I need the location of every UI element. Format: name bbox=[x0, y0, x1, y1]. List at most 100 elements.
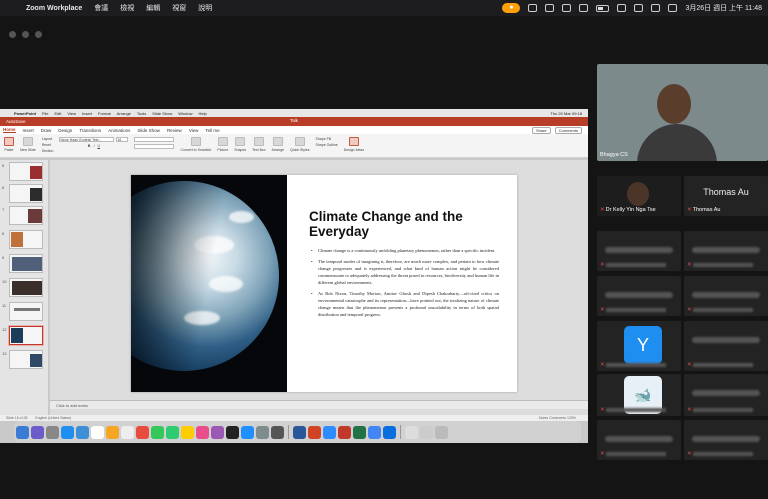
alignment-controls[interactable] bbox=[134, 144, 175, 149]
video-tile[interactable]: ✕ bbox=[684, 231, 768, 271]
current-slide[interactable]: Climate Change and the Everyday Climate … bbox=[131, 175, 517, 392]
siri-app-icon[interactable] bbox=[31, 425, 44, 439]
autosave-label[interactable]: AutoSave bbox=[6, 119, 26, 124]
mic-indicator-icon[interactable]: ● bbox=[502, 3, 521, 13]
reminders-icon[interactable] bbox=[121, 425, 134, 439]
slide-thumbnail[interactable]: 5 bbox=[2, 162, 43, 181]
slide-thumbnail[interactable]: 6 bbox=[2, 184, 43, 203]
ppt-menu-tools[interactable]: Tools bbox=[137, 111, 146, 116]
play-icon[interactable] bbox=[579, 4, 589, 12]
music-icon[interactable] bbox=[196, 425, 209, 439]
notes-app-icon[interactable] bbox=[106, 425, 119, 439]
video-tile[interactable]: ✕ bbox=[684, 374, 768, 416]
record-icon[interactable] bbox=[562, 4, 572, 12]
design-ideas-button[interactable]: Design Ideas bbox=[344, 137, 364, 154]
chrome-icon[interactable] bbox=[368, 425, 381, 439]
font-size-field[interactable]: 16 bbox=[116, 137, 129, 142]
acrobat-icon[interactable] bbox=[338, 425, 351, 439]
shape-fill-button[interactable]: Shape Fill bbox=[316, 137, 332, 141]
tab-review[interactable]: Review bbox=[167, 128, 182, 133]
video-tile[interactable]: ✕ bbox=[684, 276, 768, 316]
word-icon[interactable] bbox=[293, 425, 306, 439]
video-tile[interactable]: Thomas Au ✕Thomas Au bbox=[684, 176, 768, 216]
menu-edit[interactable]: 編輯 bbox=[146, 3, 160, 13]
safari-icon[interactable] bbox=[61, 425, 74, 439]
ppt-menu-edit[interactable]: Edit bbox=[54, 111, 61, 116]
minimize-icon[interactable] bbox=[22, 31, 29, 38]
quick-styles-button[interactable]: Quick Styles bbox=[290, 137, 310, 154]
shape-outline-button[interactable]: Shape Outline bbox=[316, 143, 338, 147]
tab-home[interactable]: Home bbox=[3, 127, 16, 133]
zoom-status-icon[interactable] bbox=[528, 4, 538, 12]
arrange-button[interactable]: Arrange bbox=[272, 137, 284, 154]
shapes-button[interactable]: Shapes bbox=[234, 137, 246, 154]
menubar-clock[interactable]: 3月26日 週日 上午 11:48 bbox=[685, 3, 762, 13]
tv-icon[interactable] bbox=[226, 425, 239, 439]
comments-toggle[interactable]: Comments bbox=[549, 416, 566, 420]
new-slide-button[interactable]: New Slide bbox=[20, 137, 36, 154]
settings-icon[interactable] bbox=[256, 425, 269, 439]
siri-icon[interactable] bbox=[668, 4, 678, 12]
tab-view[interactable]: View bbox=[189, 128, 199, 133]
trash-icon[interactable] bbox=[435, 425, 448, 439]
wifi-icon[interactable] bbox=[617, 4, 627, 12]
language-status[interactable]: English (United States) bbox=[35, 416, 71, 420]
zoom-level[interactable]: 125% bbox=[567, 416, 576, 420]
italic-icon[interactable]: I bbox=[93, 144, 94, 148]
picture-button[interactable]: Picture bbox=[217, 137, 228, 154]
zoom-app-icon[interactable] bbox=[323, 425, 336, 439]
calendar-icon[interactable] bbox=[91, 425, 104, 439]
video-tile[interactable]: ✕ bbox=[684, 420, 768, 460]
tab-draw[interactable]: Draw bbox=[41, 128, 52, 133]
utility-icon[interactable] bbox=[271, 425, 284, 439]
ppt-menu-insert[interactable]: Insert bbox=[82, 111, 92, 116]
video-tile[interactable]: ✕ bbox=[597, 231, 681, 271]
bold-icon[interactable]: B bbox=[88, 144, 91, 148]
control-center-icon[interactable] bbox=[651, 4, 661, 12]
tab-animations[interactable]: Animations bbox=[108, 128, 130, 133]
slide-thumbnail[interactable]: 10 bbox=[2, 278, 43, 297]
slide-thumbnail-pane[interactable]: 5 6 7 8 9 10 11 12 13 bbox=[0, 160, 49, 416]
section-button[interactable]: Section bbox=[42, 149, 54, 153]
ppt-menu-help[interactable]: Help bbox=[199, 111, 207, 116]
comments-button[interactable]: Comments bbox=[554, 127, 582, 134]
notes-toggle[interactable]: Notes bbox=[539, 416, 548, 420]
mail-icon[interactable] bbox=[76, 425, 89, 439]
documents-folder-icon[interactable] bbox=[405, 425, 418, 439]
video-tile[interactable]: 🐋 ✕ bbox=[597, 374, 681, 416]
video-tile[interactable]: ✕ bbox=[597, 276, 681, 316]
app-icon[interactable] bbox=[383, 425, 396, 439]
podcasts-icon[interactable] bbox=[211, 425, 224, 439]
messages-icon[interactable] bbox=[151, 425, 164, 439]
ppt-menu-format[interactable]: Format bbox=[98, 111, 111, 116]
slide-bullets[interactable]: Climate change is a continuously unfoldi… bbox=[311, 247, 499, 322]
ppt-menu-file[interactable]: File bbox=[42, 111, 48, 116]
notes-pane[interactable]: Click to add notes bbox=[50, 400, 588, 409]
menu-view[interactable]: 檢視 bbox=[120, 3, 134, 13]
zoom-icon[interactable] bbox=[35, 31, 42, 38]
facetime-icon[interactable] bbox=[166, 425, 179, 439]
app-name[interactable]: Zoom Workplace bbox=[26, 5, 82, 12]
slide-canvas[interactable]: Climate Change and the Everyday Climate … bbox=[50, 160, 588, 416]
excel-icon[interactable] bbox=[353, 425, 366, 439]
layout-button[interactable]: Layout bbox=[42, 137, 53, 141]
search-icon[interactable] bbox=[634, 4, 644, 12]
ppt-menu-view[interactable]: View bbox=[67, 111, 76, 116]
slide-thumbnail[interactable]: 9 bbox=[2, 254, 43, 273]
share-button[interactable]: Share bbox=[531, 127, 551, 134]
slide-thumbnail[interactable]: 8 bbox=[2, 230, 43, 249]
slide-thumbnail-selected[interactable]: 12 bbox=[2, 326, 43, 345]
slide-thumbnail[interactable]: 11 bbox=[2, 302, 43, 321]
close-icon[interactable] bbox=[9, 31, 16, 38]
ppt-menu-window[interactable]: Window bbox=[178, 111, 192, 116]
font-name-field[interactable]: Neue Haas Grotesk Text... bbox=[59, 137, 115, 142]
paragraph-controls[interactable] bbox=[134, 137, 175, 142]
text-box-button[interactable]: Text Box bbox=[252, 137, 266, 154]
audio-status-icon[interactable] bbox=[545, 4, 555, 12]
underline-icon[interactable]: U bbox=[97, 144, 100, 148]
menu-window[interactable]: 視窗 bbox=[172, 3, 186, 13]
video-tile[interactable]: ✕ bbox=[597, 420, 681, 460]
video-tile[interactable]: ✕Dr Kelly Yin Nga Tse bbox=[597, 176, 681, 216]
tab-insert[interactable]: Insert bbox=[23, 128, 34, 133]
video-tile[interactable]: Y ✕ bbox=[597, 321, 681, 371]
